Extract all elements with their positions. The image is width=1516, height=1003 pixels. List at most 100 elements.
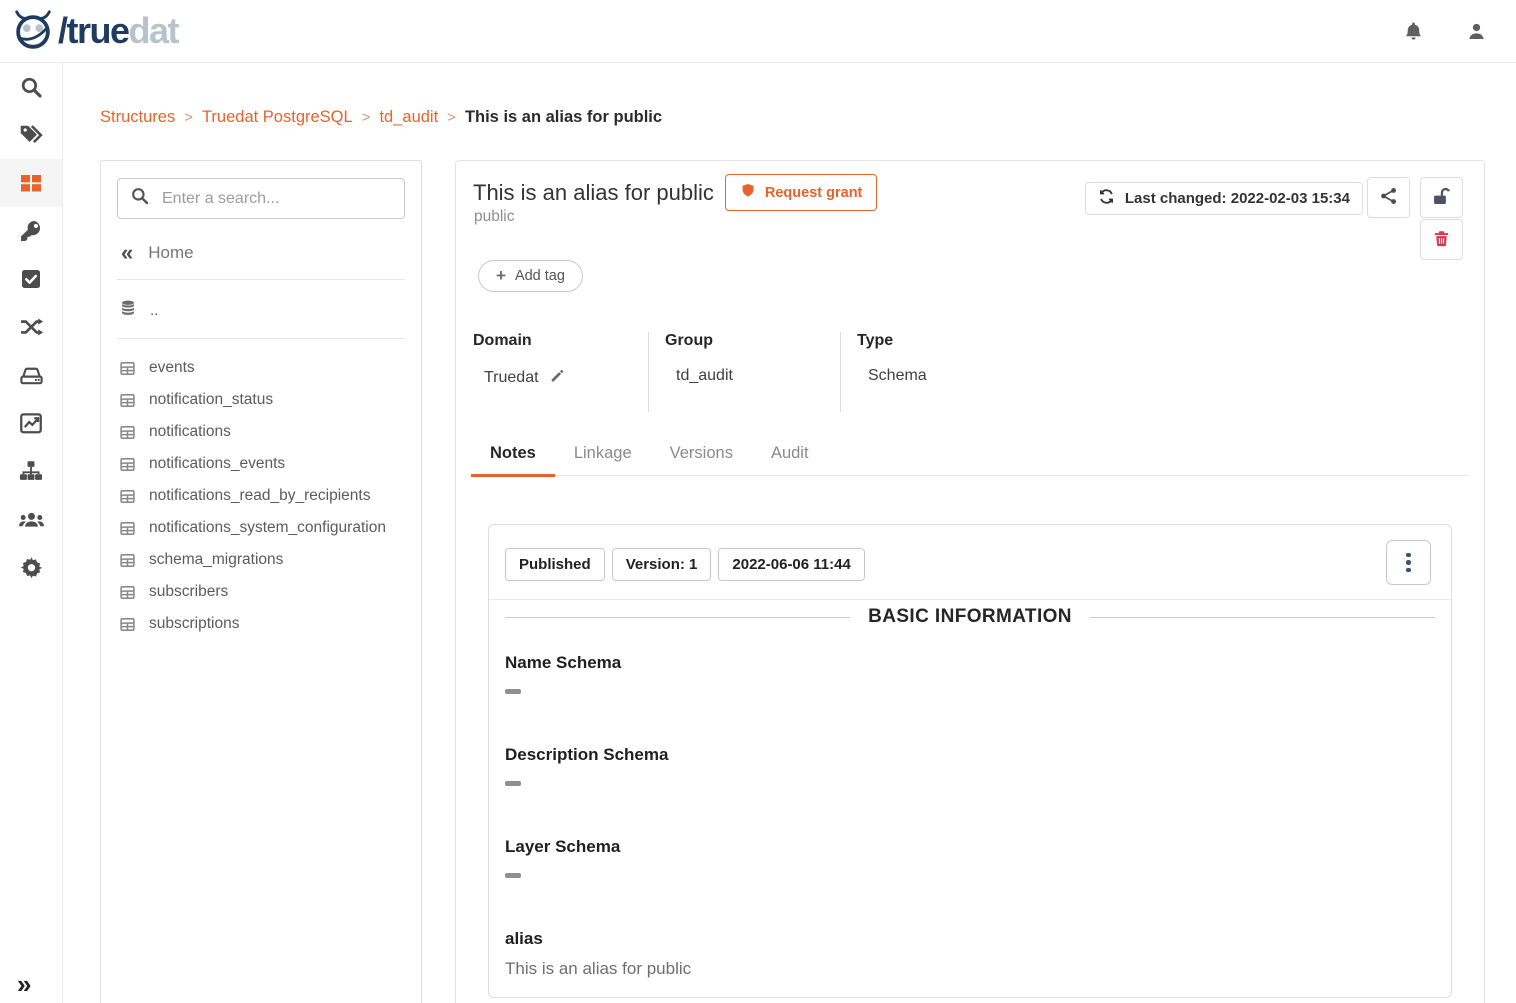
search-icon bbox=[130, 186, 150, 211]
status-badge: Published bbox=[505, 548, 605, 581]
structure-subtitle: public bbox=[474, 208, 515, 226]
top-header: /truedat bbox=[0, 0, 1516, 63]
chart-icon[interactable] bbox=[0, 399, 62, 447]
meta-group: Group td_audit bbox=[649, 332, 841, 412]
meta-domain: Domain Truedat bbox=[473, 332, 649, 412]
divider bbox=[117, 338, 405, 339]
tags-icon[interactable] bbox=[0, 111, 62, 159]
tab-linkage[interactable]: Linkage bbox=[555, 437, 651, 475]
breadcrumb: Structures > Truedat PostgreSQL > td_aud… bbox=[100, 108, 662, 127]
field-description-schema: Description Schema bbox=[505, 744, 1435, 786]
unlock-button[interactable] bbox=[1420, 177, 1463, 218]
search-input[interactable] bbox=[162, 190, 392, 208]
refresh-icon bbox=[1098, 188, 1115, 209]
type-value: Schema bbox=[868, 367, 927, 385]
notifications-bell-icon[interactable] bbox=[1402, 20, 1425, 43]
breadcrumb-system[interactable]: Truedat PostgreSQL bbox=[202, 108, 353, 127]
breadcrumb-group[interactable]: td_audit bbox=[379, 108, 438, 127]
list-item[interactable]: subscribers bbox=[101, 576, 421, 608]
breadcrumb-structures[interactable]: Structures bbox=[100, 108, 175, 127]
trash-icon bbox=[1432, 229, 1451, 251]
expand-sidebar-button[interactable]: » bbox=[17, 971, 31, 997]
breadcrumb-current: This is an alias for public bbox=[465, 108, 662, 127]
section-heading: BASIC INFORMATION bbox=[505, 606, 1435, 628]
breadcrumb-separator: > bbox=[438, 109, 465, 126]
tasks-check-icon[interactable] bbox=[0, 255, 62, 303]
meta-type: Type Schema bbox=[841, 332, 1041, 412]
header-actions bbox=[1402, 20, 1492, 43]
list-item[interactable]: notifications_system_configuration bbox=[101, 512, 421, 544]
search-icon[interactable] bbox=[0, 63, 62, 111]
version-badge: Version: 1 bbox=[612, 548, 712, 581]
user-profile-icon[interactable] bbox=[1465, 20, 1488, 43]
list-item[interactable]: notifications_read_by_recipients bbox=[101, 480, 421, 512]
storage-drive-icon[interactable] bbox=[0, 351, 62, 399]
truedat-logo[interactable]: /truedat bbox=[10, 8, 178, 54]
field-layer-schema: Layer Schema bbox=[505, 836, 1435, 878]
request-grant-button[interactable]: Request grant bbox=[725, 174, 878, 211]
shield-icon bbox=[740, 182, 756, 203]
tree-parent-label: .. bbox=[150, 302, 158, 319]
list-item[interactable]: schema_migrations bbox=[101, 544, 421, 576]
meta-label: Type bbox=[857, 332, 1041, 350]
shuffle-icon[interactable] bbox=[0, 303, 62, 351]
list-item[interactable]: notification_status bbox=[101, 384, 421, 416]
truedat-app: /truedat bbox=[0, 0, 1516, 1003]
structure-detail-card: This is an alias for public Request gran… bbox=[455, 160, 1485, 1003]
tree-parent-item[interactable]: .. bbox=[119, 299, 403, 322]
users-icon[interactable] bbox=[0, 495, 62, 543]
delete-button[interactable] bbox=[1420, 219, 1463, 260]
timestamp-badge: 2022-06-06 11:44 bbox=[718, 548, 864, 581]
page-title: This is an alias for public bbox=[473, 180, 714, 206]
plus-icon: + bbox=[496, 266, 506, 286]
wordmark: /truedat bbox=[58, 13, 178, 49]
settings-gear-icon[interactable] bbox=[0, 543, 62, 591]
metadata-row: Domain Truedat Group td_audit Type Schem… bbox=[473, 332, 1041, 412]
list-item[interactable]: notifications bbox=[101, 416, 421, 448]
meta-label: Group bbox=[665, 332, 840, 350]
home-label: Home bbox=[148, 243, 193, 263]
field-name-schema: Name Schema bbox=[505, 652, 1435, 694]
note-badges: Published Version: 1 2022-06-06 11:44 bbox=[505, 548, 865, 581]
divider bbox=[117, 279, 405, 280]
collapse-left-icon: « bbox=[121, 244, 133, 262]
owl-logo-icon bbox=[10, 8, 56, 54]
icon-sidebar: » bbox=[0, 63, 63, 1003]
list-item[interactable]: notifications_events bbox=[101, 448, 421, 480]
tree-home-link[interactable]: « Home bbox=[121, 243, 401, 263]
note-card: Published Version: 1 2022-06-06 11:44 BA… bbox=[488, 524, 1452, 998]
section-title: BASIC INFORMATION bbox=[868, 606, 1072, 628]
note-menu-button[interactable] bbox=[1386, 540, 1431, 585]
share-icon bbox=[1379, 186, 1399, 209]
breadcrumb-separator: > bbox=[353, 109, 380, 126]
group-value: td_audit bbox=[676, 367, 733, 385]
sitemap-icon[interactable] bbox=[0, 447, 62, 495]
share-button[interactable] bbox=[1367, 177, 1410, 218]
title-row: This is an alias for public Request gran… bbox=[473, 174, 877, 211]
empty-value-dash bbox=[505, 781, 521, 786]
edit-pencil-icon[interactable] bbox=[549, 367, 566, 389]
tab-notes[interactable]: Notes bbox=[471, 437, 555, 475]
empty-value-dash bbox=[505, 689, 521, 694]
note-fields: Name Schema Description Schema Layer Sch… bbox=[505, 652, 1435, 1003]
key-icon[interactable] bbox=[0, 207, 62, 255]
last-changed-button[interactable]: Last changed: 2022-02-03 15:34 bbox=[1085, 182, 1363, 215]
divider bbox=[489, 599, 1451, 600]
structure-tree-panel: « Home .. events notification_status not… bbox=[100, 160, 422, 1003]
table-list: events notification_status notifications… bbox=[101, 352, 421, 640]
tree-search-box[interactable] bbox=[117, 178, 405, 219]
alias-value: This is an alias for public bbox=[505, 959, 1435, 979]
add-tag-button[interactable]: + Add tag bbox=[478, 260, 583, 292]
tab-audit[interactable]: Audit bbox=[752, 437, 828, 475]
list-item[interactable]: events bbox=[101, 352, 421, 384]
detail-tabs: Notes Linkage Versions Audit bbox=[471, 437, 1469, 476]
field-alias: alias This is an alias for public bbox=[505, 928, 1435, 979]
meta-label: Domain bbox=[473, 332, 648, 350]
tab-versions[interactable]: Versions bbox=[651, 437, 752, 475]
kebab-icon bbox=[1406, 553, 1411, 558]
modules-grid-icon[interactable] bbox=[0, 159, 62, 207]
database-icon bbox=[119, 299, 137, 322]
domain-value: Truedat bbox=[484, 369, 539, 387]
list-item[interactable]: subscriptions bbox=[101, 608, 421, 640]
unlock-icon bbox=[1431, 186, 1452, 210]
